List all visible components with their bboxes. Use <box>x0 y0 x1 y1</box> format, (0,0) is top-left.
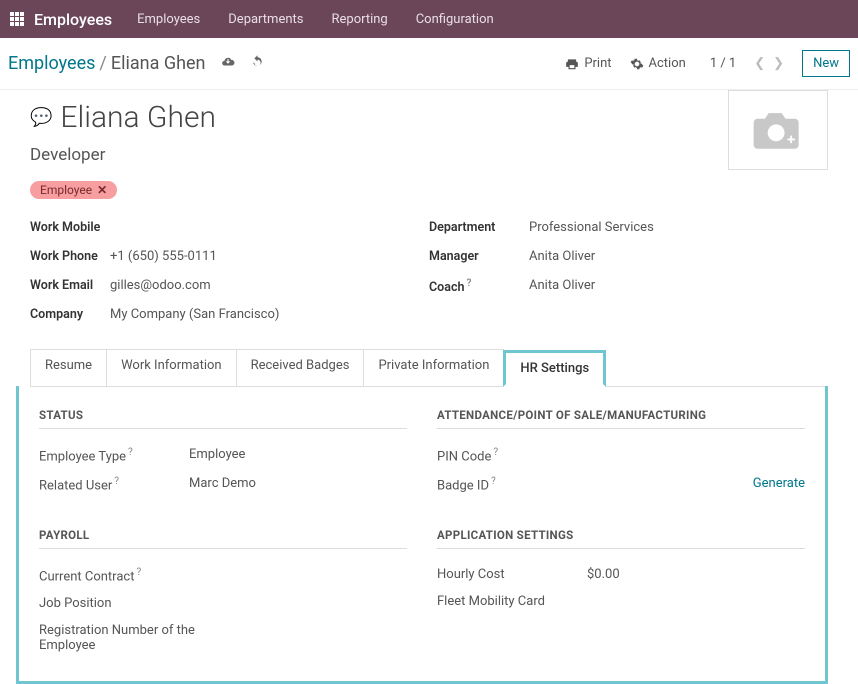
work-email-label: Work Email <box>30 278 110 293</box>
coach-value[interactable]: Anita Oliver <box>529 278 595 295</box>
pin-code-label: PIN Code? <box>437 447 587 464</box>
menu-employees[interactable]: Employees <box>137 12 200 27</box>
company-label: Company <box>30 307 110 322</box>
work-mobile-label: Work Mobile <box>30 220 110 235</box>
manager-value[interactable]: Anita Oliver <box>529 249 595 264</box>
generate-badge-link[interactable]: Generate <box>753 476 805 491</box>
help-icon[interactable]: ? <box>466 278 471 289</box>
hr-right-col: ATTENDANCE/POINT OF SALE/MANUFACTURING P… <box>437 408 805 659</box>
employee-type-value[interactable]: Employee <box>189 447 245 462</box>
menu-departments[interactable]: Departments <box>228 12 303 27</box>
pager-text: 1 / 1 <box>710 56 736 71</box>
print-button[interactable]: Print <box>565 56 611 71</box>
job-position-label: Job Position <box>39 596 189 611</box>
left-info-col: Work Mobile Work Phone+1 (650) 555-0111 … <box>30 213 429 329</box>
gear-icon <box>630 57 644 71</box>
company-value[interactable]: My Company (San Francisco) <box>110 307 279 322</box>
tab-received-badges[interactable]: Received Badges <box>236 349 365 386</box>
employee-type-label: Employee Type? <box>39 447 189 464</box>
notebook-tabs: Resume Work Information Received Badges … <box>30 349 828 387</box>
cloud-upload-icon[interactable] <box>220 55 236 73</box>
tab-work-information[interactable]: Work Information <box>106 349 237 386</box>
department-value[interactable]: Professional Services <box>529 220 654 235</box>
app-settings-heading: APPLICATION SETTINGS <box>437 528 805 549</box>
payroll-heading: PAYROLL <box>39 528 407 549</box>
help-icon[interactable]: ? <box>114 476 119 487</box>
related-user-value[interactable]: Marc Demo <box>189 476 256 491</box>
next-page[interactable]: ❯ <box>773 56 784 71</box>
help-icon[interactable]: ? <box>491 476 496 487</box>
hourly-cost-value[interactable]: $0.00 <box>587 567 620 582</box>
breadcrumb-root[interactable]: Employees <box>8 53 95 74</box>
control-bar: Employees / Eliana Ghen Print Action 1 /… <box>0 38 858 90</box>
breadcrumb-sep: / <box>99 53 106 74</box>
work-phone-value[interactable]: +1 (650) 555-0111 <box>110 249 217 264</box>
employee-tag[interactable]: Employee ✕ <box>30 181 117 199</box>
menu-configuration[interactable]: Configuration <box>416 12 494 27</box>
department-label: Department <box>429 220 529 235</box>
help-icon[interactable]: ? <box>128 447 133 458</box>
fleet-card-label: Fleet Mobility Card <box>437 594 587 609</box>
status-heading: STATUS <box>39 408 407 429</box>
work-email-value[interactable]: gilles@odoo.com <box>110 278 211 293</box>
avatar-upload[interactable] <box>728 90 828 170</box>
module-name[interactable]: Employees <box>34 10 112 29</box>
hr-left-col: STATUS Employee Type? Employee Related U… <box>39 408 407 659</box>
right-info-col: DepartmentProfessional Services ManagerA… <box>429 213 828 329</box>
print-label: Print <box>584 56 611 71</box>
camera-plus-icon <box>748 106 808 154</box>
prev-page[interactable]: ❮ <box>754 56 765 71</box>
form-sheet: 💬 Eliana Ghen Developer Employee ✕ Work … <box>0 90 858 684</box>
attendance-heading: ATTENDANCE/POINT OF SALE/MANUFACTURING <box>437 408 805 429</box>
help-icon[interactable]: ? <box>136 567 141 578</box>
tag-remove-icon[interactable]: ✕ <box>97 183 107 197</box>
top-nav: Employees Employees Departments Reportin… <box>0 0 858 38</box>
hourly-cost-label: Hourly Cost <box>437 567 587 582</box>
action-button[interactable]: Action <box>630 56 686 71</box>
breadcrumb-leaf: Eliana Ghen <box>111 53 206 74</box>
hr-settings-panel: STATUS Employee Type? Employee Related U… <box>16 386 828 684</box>
related-user-label: Related User? <box>39 476 189 493</box>
employee-name[interactable]: Eliana Ghen <box>60 100 216 135</box>
menu-reporting[interactable]: Reporting <box>331 12 387 27</box>
action-label: Action <box>649 56 686 71</box>
top-menu: Employees Departments Reporting Configur… <box>137 12 494 27</box>
registration-number-label: Registration Number of the Employee <box>39 623 209 653</box>
tab-hr-settings[interactable]: HR Settings <box>503 350 606 387</box>
manager-label: Manager <box>429 249 529 264</box>
apps-icon[interactable] <box>10 12 24 26</box>
coach-label: Coach? <box>429 278 529 295</box>
new-button[interactable]: New <box>802 50 850 77</box>
work-phone-label: Work Phone <box>30 249 110 264</box>
job-title[interactable]: Developer <box>30 145 828 165</box>
discard-icon[interactable] <box>250 54 265 73</box>
printer-icon <box>565 57 579 71</box>
tab-private-information[interactable]: Private Information <box>363 349 504 386</box>
tag-label: Employee <box>40 183 92 197</box>
badge-id-label: Badge ID? <box>437 476 587 493</box>
help-icon[interactable]: ? <box>493 447 498 458</box>
tab-resume[interactable]: Resume <box>30 349 107 386</box>
presence-icon: 💬 <box>30 107 52 128</box>
current-contract-label: Current Contract? <box>39 567 189 584</box>
